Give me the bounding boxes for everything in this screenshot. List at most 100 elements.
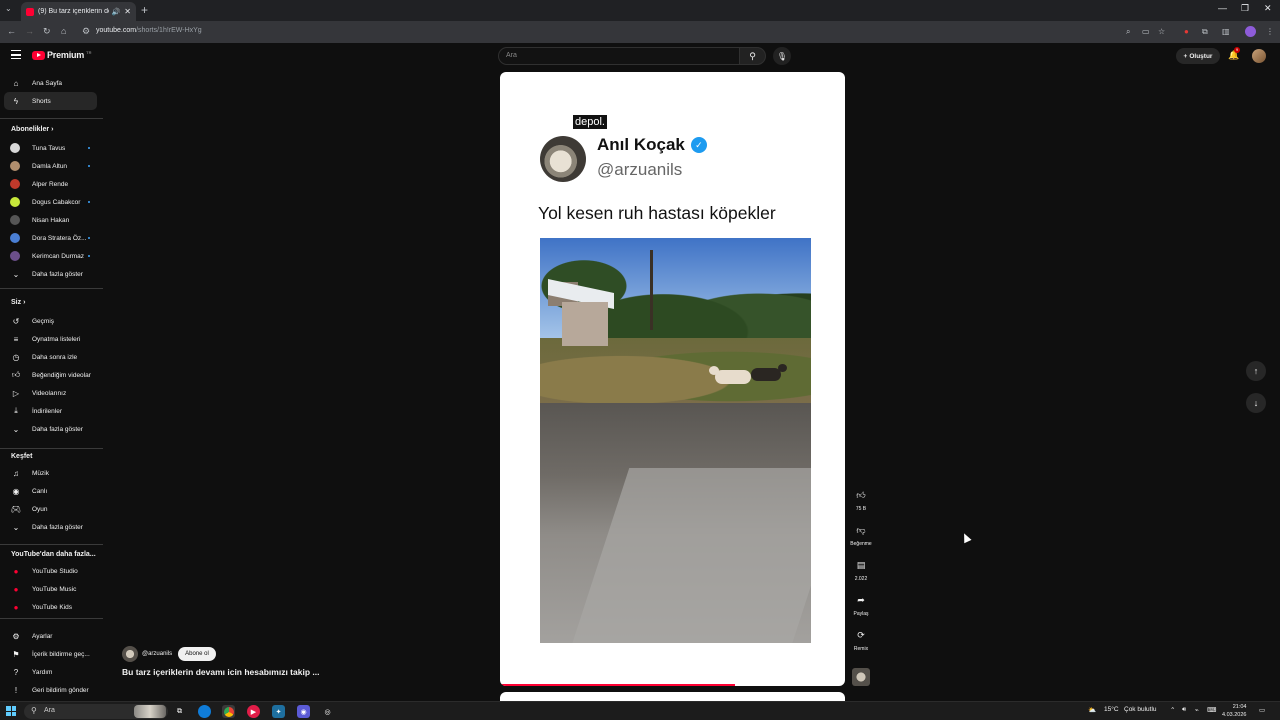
create-button[interactable]: + Oluştur <box>1176 48 1220 64</box>
restore-button[interactable]: ❐ <box>1241 3 1249 14</box>
sidebar-item-youtube-app[interactable]: ● YouTube Studio <box>4 562 97 580</box>
subscription-item[interactable]: Dora Stratera Öz... <box>4 229 97 247</box>
you-header[interactable]: Siz › <box>11 299 25 306</box>
comments-button[interactable]: ▤ 2.022 <box>849 556 873 583</box>
weather-icon[interactable]: ⛅ <box>1088 706 1096 714</box>
task-view-icon[interactable]: ⧉ <box>173 705 186 718</box>
subscription-item[interactable]: Nisan Hakan <box>4 211 97 229</box>
new-tab-button[interactable]: + <box>141 3 148 17</box>
sound-thumbnail[interactable] <box>852 668 870 686</box>
sidebar-item-explore[interactable]: ⌄ Daha fazla göster <box>4 518 97 536</box>
profile-avatar[interactable] <box>1245 26 1256 37</box>
channel-name[interactable]: @arzuanils <box>142 651 172 657</box>
next-short-button[interactable]: ↓ <box>1246 393 1266 413</box>
media-player-icon[interactable]: ▶ <box>247 705 260 718</box>
extension-icon[interactable]: ● <box>1184 27 1189 36</box>
sidebar-item-youtube-app[interactable]: ● YouTube Music <box>4 580 97 598</box>
tab-search-icon[interactable]: ⌄ <box>5 4 12 13</box>
subscriptions-show-more[interactable]: ⌄ Daha fazla göster <box>4 265 97 283</box>
subscription-item[interactable]: Damla Altun <box>4 157 97 175</box>
forward-icon[interactable]: → <box>25 26 34 36</box>
subscription-item[interactable]: Tuna Tavus <box>4 139 97 157</box>
short-caption[interactable]: Bu tarz içeriklerin devamı icin hesabımı… <box>122 667 319 677</box>
sidepanel-icon[interactable]: ▥ <box>1222 27 1230 36</box>
remix-button[interactable]: ⟳ Remix <box>849 626 873 653</box>
home-icon[interactable]: ⌂ <box>61 26 66 36</box>
like-button[interactable]: 👍︎ 75 B <box>849 486 873 513</box>
discord-icon[interactable]: ◉ <box>297 705 310 718</box>
speaker-icon[interactable]: 🔊 <box>112 8 121 16</box>
sidebar-item-bottom[interactable]: ? Yardım <box>4 663 97 681</box>
zoom-icon[interactable]: ⌕ <box>1126 27 1130 37</box>
share-button[interactable]: ➦ Paylaş <box>849 591 873 618</box>
chrome-icon[interactable] <box>222 705 235 718</box>
close-tab-icon[interactable]: ✕ <box>124 7 131 16</box>
weather-description[interactable]: Çok bulutlu <box>1124 706 1157 713</box>
sidebar-item-bottom[interactable]: ⚑ İçerik bildirme geç... <box>4 645 97 663</box>
taskbar-search[interactable]: ⚲ Ara <box>24 704 168 719</box>
app-icon[interactable]: ✦ <box>272 705 285 718</box>
subscription-item[interactable]: Dogus Cabakcor <box>4 193 97 211</box>
edge-icon[interactable] <box>198 705 211 718</box>
reload-icon[interactable]: ↻ <box>43 26 51 37</box>
sidebar-item-explore[interactable]: ♫ Müzik <box>4 464 97 482</box>
menu-hamburger-icon[interactable] <box>11 50 21 59</box>
weather-temp[interactable]: 15°C <box>1104 706 1119 713</box>
sidebar-item-you[interactable]: ▷ Videolarınız <box>4 384 97 402</box>
sidebar-item-explore[interactable]: 🎮︎ Oyun <box>4 500 97 518</box>
sidebar-item-you[interactable]: 👍︎ Beğendiğim videolar <box>4 366 97 384</box>
subscriptions-header[interactable]: Abonelikler › <box>11 126 53 133</box>
sidebar-item-home[interactable]: ⌂ Ana Sayfa <box>4 74 97 92</box>
history-icon: ↺ <box>12 316 20 326</box>
network-icon[interactable]: ⌁ <box>1195 706 1199 714</box>
sidebar-item-bottom[interactable]: ! Geri bildirim gönder <box>4 681 97 699</box>
search-button[interactable]: ⚲ <box>739 47 766 65</box>
sidebar-item-youtube-app[interactable]: ● YouTube Kids <box>4 598 97 616</box>
home-icon: ⌂ <box>13 78 19 88</box>
youtube-premium-logo[interactable]: Premium TR <box>32 50 91 60</box>
subscribe-button[interactable]: Abone ol <box>178 647 216 661</box>
sidebar-item-explore[interactable]: ◉ Canlı <box>4 482 97 500</box>
windows-start-icon[interactable] <box>6 706 16 716</box>
sidebar-item-you[interactable]: ⤓ İndirilenler <box>4 402 97 420</box>
channel-avatar[interactable] <box>122 646 138 662</box>
cast-icon[interactable]: ▭ <box>1142 27 1150 36</box>
voice-search-button[interactable]: 🎙 <box>773 47 791 65</box>
extensions-puzzle-icon[interactable]: ⧉ <box>1202 27 1208 37</box>
tray-chevron-icon[interactable]: ⌃ <box>1170 706 1175 714</box>
search-input[interactable]: Ara <box>498 47 740 65</box>
site-info-icon[interactable]: ⚙ <box>82 26 90 37</box>
sidebar-item-label: Müzik <box>32 469 49 477</box>
dislike-button[interactable]: 👎︎ Beğenme <box>849 521 873 548</box>
account-avatar[interactable] <box>1252 49 1266 63</box>
notification-center-icon[interactable]: ▭ <box>1259 706 1265 714</box>
keyboard-icon[interactable]: ⌨ <box>1207 706 1216 714</box>
volume-icon[interactable]: 🔊︎ <box>1182 706 1186 714</box>
new-content-dot <box>88 147 90 149</box>
sidebar-item-bottom[interactable]: ⚙ Ayarlar <box>4 627 97 645</box>
address-field[interactable]: youtube.com/shorts/1h!rEW-HxYg <box>96 27 202 34</box>
back-icon[interactable]: ← <box>7 26 16 36</box>
guide-sidebar: ⌂ Ana Sayfa ϟ Shorts Abonelikler › Tuna Ta… <box>0 74 104 704</box>
close-window-button[interactable]: ✕ <box>1264 3 1272 14</box>
sidebar-item-shorts[interactable]: ϟ Shorts <box>4 92 97 110</box>
previous-short-button[interactable]: ↑ <box>1246 361 1266 381</box>
section-title: YouTube'dan daha fazla... <box>11 551 96 558</box>
subscription-item[interactable]: Kerimcan Durmaz <box>4 247 97 265</box>
shorts-player[interactable]: depol. Anıl Koçak ✓ @arzuanils Yol kesen … <box>500 72 845 686</box>
sidebar-item-you[interactable]: ⌄ Daha fazla göster <box>4 420 97 438</box>
browser-menu-icon[interactable]: ⋮ <box>1266 27 1274 36</box>
sidebar-item-you[interactable]: ◷ Daha sonra izle <box>4 348 97 366</box>
flag-icon: ⚑ <box>12 649 20 659</box>
video-progress-bar[interactable] <box>500 684 735 686</box>
bookmark-star-icon[interactable]: ☆ <box>1158 27 1165 36</box>
sidebar-item-you[interactable]: ↺ Geçmiş <box>4 312 97 330</box>
comment-icon: ▤ <box>856 559 866 570</box>
minimize-button[interactable]: — <box>1218 3 1227 13</box>
sidebar-item-you[interactable]: ≡ Oynatma listeleri <box>4 330 97 348</box>
browser-tab[interactable]: (9) Bu tarz içeriklerin devamı 🔊 ✕ <box>21 2 136 21</box>
obs-icon[interactable]: ◎ <box>321 705 334 718</box>
notifications-button[interactable]: 🔔 9 <box>1228 47 1240 61</box>
taskbar-clock[interactable]: 21:04 4.03.2026 <box>1222 703 1246 719</box>
subscription-item[interactable]: Alper Rende <box>4 175 97 193</box>
